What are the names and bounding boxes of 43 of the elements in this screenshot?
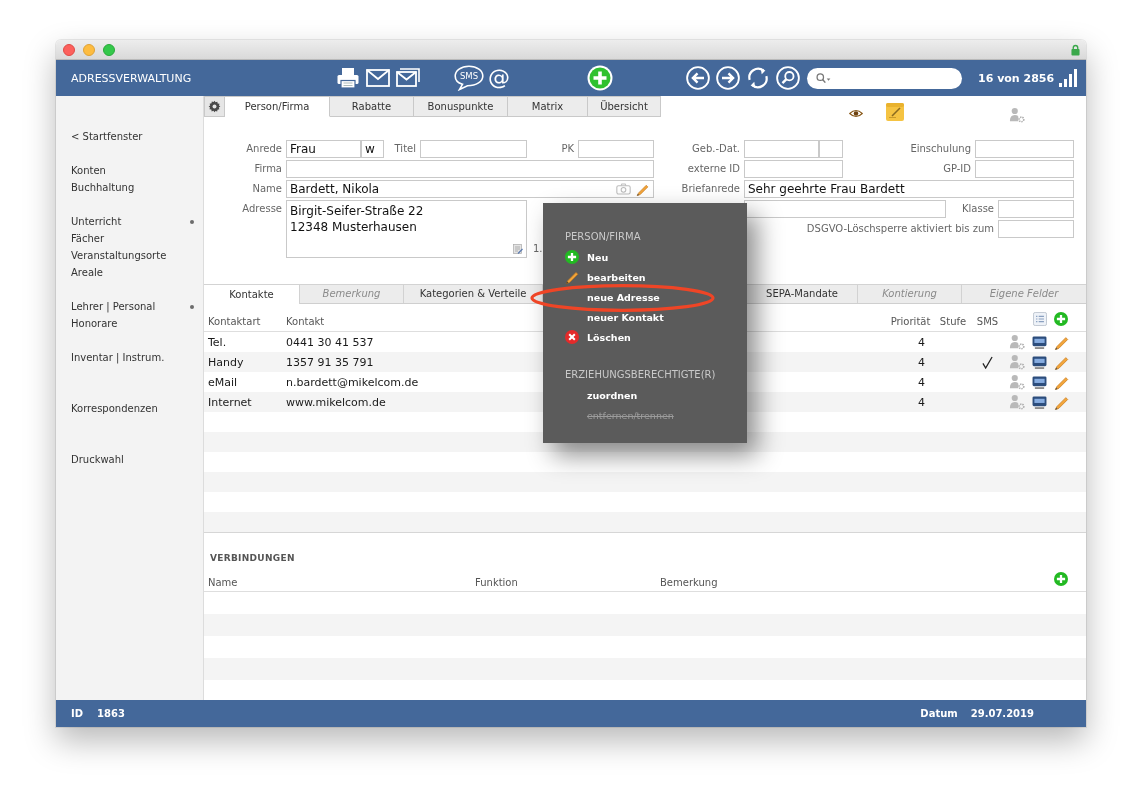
- field-label: Geb.-Dat.: [692, 142, 740, 156]
- field-label: 1.: [533, 242, 543, 256]
- field-label: DSGVO-Löschsperre aktiviert bis zum: [806, 222, 994, 236]
- table-cell: n.bardett@mikelcom.de: [286, 375, 419, 389]
- date-value: 29.07.2019: [970, 708, 1034, 719]
- table-cell: 0441 30 41 537: [286, 335, 374, 349]
- table-cell: Handy: [208, 355, 244, 369]
- table-cell: 4: [918, 335, 925, 349]
- section-title: VERBINDUNGEN: [210, 552, 295, 564]
- record-counter: 16 von 2856: [978, 71, 1055, 85]
- menu-heading: ERZIEHUNGSBERECHTIGTE(R): [564, 368, 716, 382]
- id-label: ID: [71, 708, 84, 719]
- column-header: Stufe: [939, 316, 967, 327]
- table-cell: Internet: [208, 395, 252, 409]
- field-label: Anrede: [246, 142, 282, 156]
- field-label: externe ID: [687, 162, 740, 176]
- field-label: Briefanrede: [681, 182, 740, 196]
- field-label: Firma: [254, 162, 282, 176]
- field-label: PK: [561, 142, 574, 156]
- column-header: SMS: [976, 316, 999, 327]
- field-label: Klasse: [961, 202, 994, 216]
- table-cell: 4: [918, 395, 925, 409]
- field-label: GP-ID: [943, 162, 971, 176]
- id-value: 1863: [97, 708, 125, 719]
- table-cell: 1357 91 35 791: [286, 355, 374, 369]
- table-cell: eMail: [208, 375, 238, 389]
- menu-heading: PERSON/FIRMA: [564, 230, 641, 244]
- table-cell: www.mikelcom.de: [286, 395, 386, 409]
- field-label: Titel: [394, 142, 416, 156]
- column-header: Funktion: [475, 577, 518, 588]
- table-cell: 4: [918, 375, 925, 389]
- date-label: Datum: [920, 708, 958, 719]
- app-title: ADRESSVERWALTUNG: [71, 71, 192, 85]
- column-header: Priorität: [890, 316, 931, 327]
- table-cell: Tel.: [208, 335, 227, 349]
- column-header: Bemerkung: [660, 577, 718, 588]
- column-header: Kontaktart: [208, 316, 261, 327]
- column-header: Name: [208, 577, 238, 588]
- field-label: Name: [252, 182, 282, 196]
- field-label: Einschulung: [910, 142, 971, 156]
- column-header: Kontakt: [286, 316, 325, 327]
- field-label: Adresse: [242, 202, 282, 216]
- table-cell: 4: [918, 355, 925, 369]
